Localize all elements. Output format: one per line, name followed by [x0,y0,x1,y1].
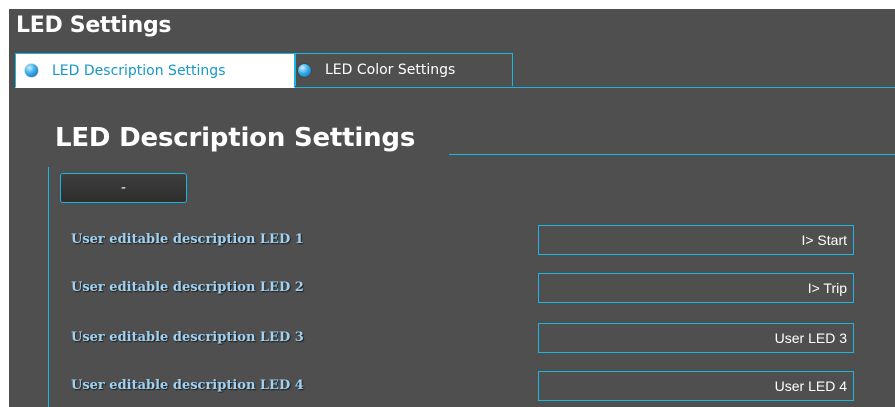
panel-title: LED Settings [16,13,172,38]
tab-bar: LED Description Settings LED Color Setti… [15,53,895,88]
led1-description-input[interactable]: I> Start [538,225,854,255]
section-divider [449,154,895,155]
section-border [48,167,49,407]
tab-label: LED Description Settings [52,62,226,79]
collapse-button[interactable]: - [60,173,187,203]
led4-description-input[interactable]: User LED 4 [538,371,854,401]
led2-description-label: User editable description LED 2 [71,280,304,295]
led4-description-label: User editable description LED 4 [71,378,304,393]
tab-led-description-settings[interactable]: LED Description Settings [15,53,295,88]
section-title: LED Description Settings [55,123,416,153]
tab-led-color-settings[interactable]: LED Color Settings [295,53,513,86]
orb-icon [298,63,311,77]
led3-description-input[interactable]: User LED 3 [538,323,854,353]
orb-icon [25,64,38,77]
led2-description-input[interactable]: I> Trip [538,273,854,303]
led3-description-label: User editable description LED 3 [71,330,304,345]
led-settings-panel: LED Settings LED Description Settings LE… [9,9,895,407]
tab-label: LED Color Settings [325,62,456,78]
led1-description-label: User editable description LED 1 [71,232,304,247]
